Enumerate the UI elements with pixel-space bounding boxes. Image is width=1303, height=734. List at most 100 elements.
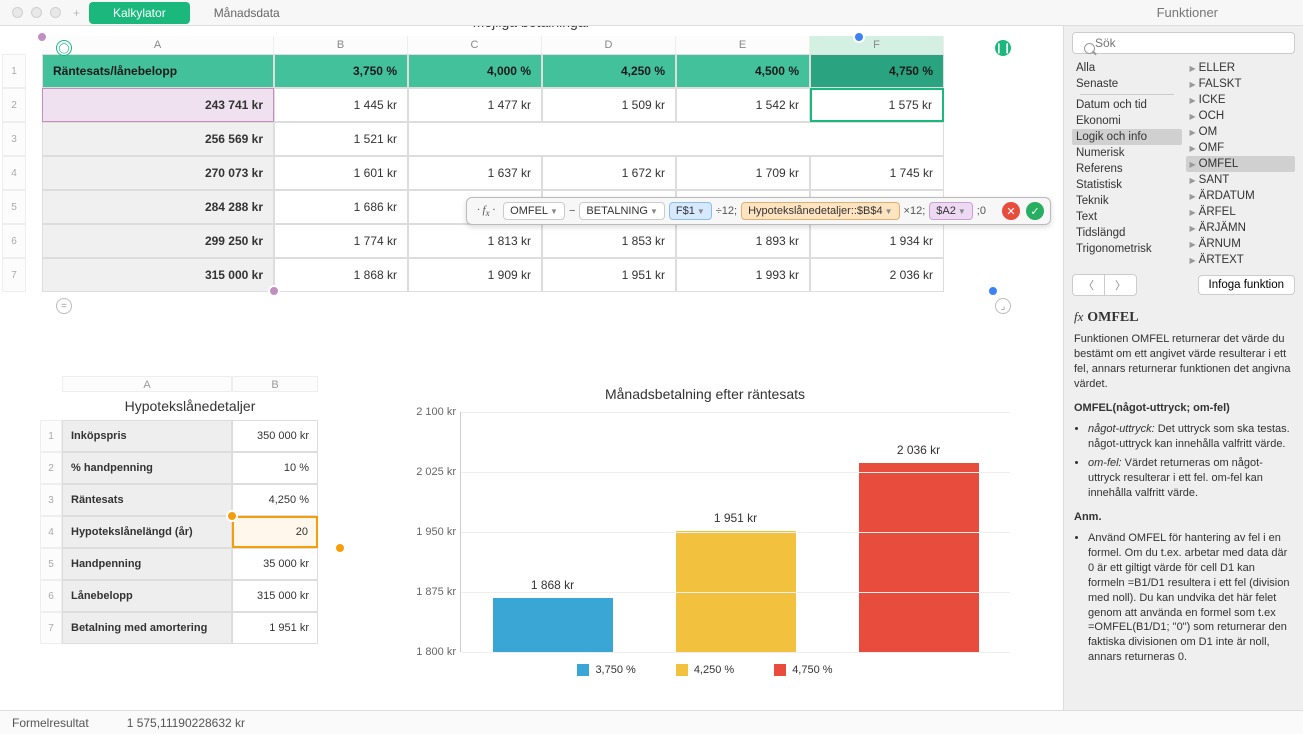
cell-F4[interactable]: 1 745 kr xyxy=(810,156,944,190)
cell-E1[interactable]: 4,500 % xyxy=(676,54,810,88)
cell-E6[interactable]: 1 893 kr xyxy=(676,224,810,258)
cell-E4[interactable]: 1 709 kr xyxy=(676,156,810,190)
details-label[interactable]: Räntesats xyxy=(62,484,232,516)
function-item[interactable]: ▶OMFEL xyxy=(1186,156,1296,172)
det-col-B[interactable]: B xyxy=(232,376,318,392)
cell-B6[interactable]: 1 774 kr xyxy=(274,224,408,258)
cell-B2[interactable]: 1 445 kr xyxy=(274,88,408,122)
row-hdr[interactable]: 2 xyxy=(2,88,26,122)
accept-formula-button[interactable]: ✓ xyxy=(1026,202,1044,220)
col-hdr-F[interactable]: F xyxy=(810,36,944,54)
cell-F2[interactable]: 1 575 kr xyxy=(810,88,944,122)
sheet-tab-kalkylator[interactable]: Kalkylator xyxy=(89,2,190,24)
selection-handle[interactable] xyxy=(987,285,999,297)
close-window-button[interactable] xyxy=(12,7,23,18)
token-cellref[interactable]: Hypotekslånedetaljer::$B$4▼ xyxy=(741,202,899,220)
row-hdr[interactable]: 4 xyxy=(40,516,62,548)
row-hdr[interactable]: 7 xyxy=(2,258,26,292)
insert-function-button[interactable]: Infoga funktion xyxy=(1198,275,1295,295)
function-item[interactable]: ▶ELLER xyxy=(1186,60,1296,76)
cell-C7[interactable]: 1 909 kr xyxy=(408,258,542,292)
cell-F1[interactable]: 4,750 % xyxy=(810,54,944,88)
function-item[interactable]: ▶ÄRJÄMN xyxy=(1186,220,1296,236)
row-hdr[interactable]: 5 xyxy=(2,190,26,224)
details-value[interactable]: 4,250 % xyxy=(232,484,318,516)
row-hdr[interactable]: 4 xyxy=(2,156,26,190)
category-item[interactable]: Numerisk xyxy=(1072,145,1182,161)
token-cellref[interactable]: F$1▼ xyxy=(669,202,712,220)
add-column-button[interactable]: ❙❙ xyxy=(995,40,1011,56)
function-item[interactable]: ▶ÄRDATUM xyxy=(1186,188,1296,204)
cell-B4[interactable]: 1 601 kr xyxy=(274,156,408,190)
category-item[interactable]: Logik och info xyxy=(1072,129,1182,145)
function-item[interactable]: ▶ÄRNUM xyxy=(1186,236,1296,252)
function-item[interactable]: ▶OCH xyxy=(1186,108,1296,124)
category-item[interactable]: Text xyxy=(1072,209,1182,225)
cell-C1[interactable]: 4,000 % xyxy=(408,54,542,88)
cell-A6[interactable]: 299 250 kr xyxy=(42,224,274,258)
cell-B5[interactable]: 1 686 kr xyxy=(274,190,408,224)
canvas[interactable]: ◯ ❙❙ A B C D E F Möjliga betalningar 1 R… xyxy=(0,26,1063,710)
details-value[interactable]: 350 000 kr xyxy=(232,420,318,452)
row-hdr[interactable]: 5 xyxy=(40,548,62,580)
row-hdr[interactable]: 6 xyxy=(40,580,62,612)
cell-E2[interactable]: 1 542 kr xyxy=(676,88,810,122)
category-item[interactable]: Referens xyxy=(1072,161,1182,177)
details-label[interactable]: Betalning med amortering xyxy=(62,612,232,644)
table-title[interactable]: Möjliga betalningar xyxy=(2,26,1061,38)
details-label[interactable]: Inköpspris xyxy=(62,420,232,452)
details-label[interactable]: Lånebelopp xyxy=(62,580,232,612)
cell-D4[interactable]: 1 672 kr xyxy=(542,156,676,190)
function-item[interactable]: ▶ÄRTEXT xyxy=(1186,252,1296,268)
details-value[interactable]: 315 000 kr xyxy=(232,580,318,612)
col-hdr-A[interactable]: A xyxy=(42,36,274,54)
cancel-formula-button[interactable]: ✕ xyxy=(1002,202,1020,220)
details-label[interactable]: Handpenning xyxy=(62,548,232,580)
chart[interactable]: Månadsbetalning efter räntesats 1 868 kr… xyxy=(400,386,1010,676)
cell-merged[interactable] xyxy=(408,122,944,156)
row-hdr[interactable]: 3 xyxy=(40,484,62,516)
cell-A3[interactable]: 256 569 kr xyxy=(42,122,274,156)
function-item[interactable]: ▶FALSKT xyxy=(1186,76,1296,92)
details-value[interactable]: 10 % xyxy=(232,452,318,484)
zoom-window-button[interactable] xyxy=(50,7,61,18)
search-input[interactable] xyxy=(1072,32,1295,54)
cell-A1[interactable]: Räntesats/lånebelopp xyxy=(42,54,274,88)
table-handle-icon[interactable]: ◯ xyxy=(56,40,72,56)
cell-D1[interactable]: 4,250 % xyxy=(542,54,676,88)
category-item[interactable]: Tidslängd xyxy=(1072,225,1182,241)
details-label[interactable]: % handpenning xyxy=(62,452,232,484)
selection-handle[interactable] xyxy=(334,542,346,554)
cell-E7[interactable]: 1 993 kr xyxy=(676,258,810,292)
nav-back-button[interactable]: 〈 xyxy=(1073,275,1105,295)
details-value[interactable]: 20 xyxy=(232,516,318,548)
category-item[interactable]: Datum och tid xyxy=(1072,97,1182,113)
selection-handle[interactable] xyxy=(36,31,48,43)
cell-C2[interactable]: 1 477 kr xyxy=(408,88,542,122)
cell-B3[interactable]: 1 521 kr xyxy=(274,122,408,156)
cell-D2[interactable]: 1 509 kr xyxy=(542,88,676,122)
add-row-button[interactable]: = xyxy=(56,298,72,314)
row-hdr[interactable]: 6 xyxy=(2,224,26,258)
cell-B7[interactable]: 1 868 kr xyxy=(274,258,408,292)
category-item[interactable]: Statistisk xyxy=(1072,177,1182,193)
col-hdr-E[interactable]: E xyxy=(676,36,810,54)
category-item[interactable]: Teknik xyxy=(1072,193,1182,209)
nav-fwd-button[interactable]: 〉 xyxy=(1105,275,1136,295)
formula-editor[interactable]: ∙ fx ∙ OMFEL▼ − BETALNING▼ F$1▼ ÷12; Hyp… xyxy=(466,197,1051,225)
category-item[interactable]: Ekonomi xyxy=(1072,113,1182,129)
cell-D7[interactable]: 1 951 kr xyxy=(542,258,676,292)
function-item[interactable]: ▶SANT xyxy=(1186,172,1296,188)
token-function[interactable]: OMFEL▼ xyxy=(503,202,565,220)
cell-A7[interactable]: 315 000 kr xyxy=(42,258,274,292)
function-item[interactable]: ▶OMF xyxy=(1186,140,1296,156)
det-col-A[interactable]: A xyxy=(62,376,232,392)
details-label[interactable]: Hypotekslånelängd (år) xyxy=(62,516,232,548)
details-value[interactable]: 35 000 kr xyxy=(232,548,318,580)
selection-handle[interactable] xyxy=(268,285,280,297)
cell-D6[interactable]: 1 853 kr xyxy=(542,224,676,258)
row-hdr[interactable]: 2 xyxy=(40,452,62,484)
table-resize-handle[interactable]: ⌟ xyxy=(995,298,1011,314)
row-hdr[interactable]: 7 xyxy=(40,612,62,644)
add-sheet-button[interactable]: + xyxy=(73,6,89,20)
